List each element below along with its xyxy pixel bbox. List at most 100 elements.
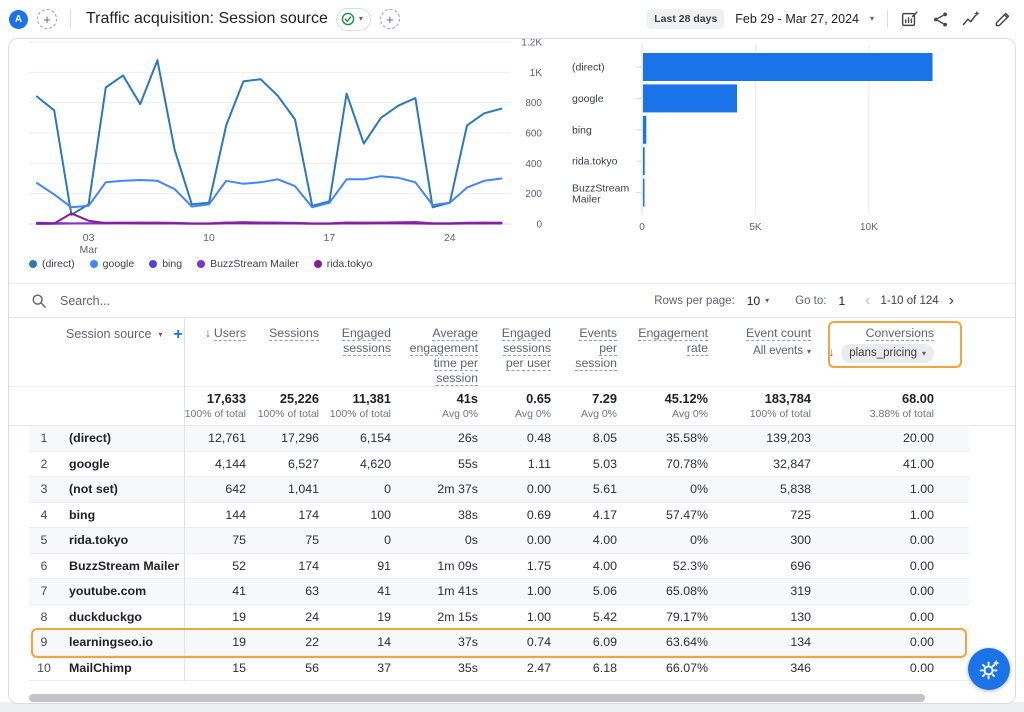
horizontal-scrollbar[interactable] xyxy=(29,694,997,702)
y-axis-tick: 200 xyxy=(525,189,542,200)
add-dimension-button[interactable]: + xyxy=(173,327,182,343)
metric-value-users: 52 xyxy=(184,554,246,580)
metric-value-avg-engagement-time: 26s xyxy=(391,426,478,452)
report-status-pill[interactable]: ▾ xyxy=(336,8,371,31)
avatar[interactable]: A xyxy=(9,10,28,29)
column-header-users[interactable]: ↓Users xyxy=(184,318,246,386)
row-filler xyxy=(934,656,969,682)
metric-value-avg-engagement-time: 2m 37s xyxy=(391,477,478,503)
table-row: 9learningseo.io19221437s0.746.0963.64%13… xyxy=(29,630,969,656)
event-selector[interactable]: All events▾ xyxy=(708,344,811,359)
session-source-value: (direct) xyxy=(59,426,184,452)
legend-dot-icon xyxy=(29,260,37,268)
search-input[interactable]: Search... xyxy=(31,293,110,309)
metric-value-events-per-session: 4.00 xyxy=(551,554,617,580)
column-header-engaged-sessions-per-user[interactable]: Engagedsessionsper user xyxy=(478,318,551,386)
goto-page-input[interactable]: 1 xyxy=(838,294,845,308)
row-filler xyxy=(934,605,969,631)
prev-page-button[interactable]: ‹ xyxy=(861,293,874,309)
dimension-header-session-source[interactable]: Session source ▾ + xyxy=(29,318,184,386)
y-axis-tick: 1K xyxy=(530,68,543,79)
header-label: Engaged xyxy=(502,326,551,341)
metric-value-conversions: 0.00 xyxy=(811,528,934,554)
scrollbar-thumb[interactable] xyxy=(29,694,925,702)
table-toolbar: Search... Rows per page: 10 ▾ Go to: 1 ‹… xyxy=(9,284,1015,318)
column-header-event-count[interactable]: Event countAll events▾ xyxy=(708,318,811,386)
y-axis-tick: 400 xyxy=(525,159,542,170)
date-preset-badge: Last 28 days xyxy=(647,9,724,29)
metric-value-event-count: 32,847 xyxy=(708,452,811,478)
share-icon[interactable] xyxy=(930,9,950,29)
column-header-engagement-rate[interactable]: Engagementrate xyxy=(617,318,708,386)
metric-value-engaged-sessions: 19 xyxy=(319,605,391,631)
totals-value: 45.12% xyxy=(617,391,708,406)
chevron-down-icon[interactable]: ▾ xyxy=(870,15,874,23)
dimension-header-label: Session source xyxy=(66,327,151,341)
totals-cell-engaged-sessions-per-user: 0.65Avg 0% xyxy=(478,387,551,420)
date-range[interactable]: Feb 29 - Mar 27, 2024 xyxy=(735,12,859,26)
next-page-button[interactable]: › xyxy=(945,293,958,309)
x-axis-tick: 0 xyxy=(639,222,645,233)
column-header-events-per-session[interactable]: Eventspersession xyxy=(551,318,617,386)
table-totals-row: 17,633100% of total25,226100% of total11… xyxy=(9,387,1015,426)
legend-dot-icon xyxy=(90,260,98,268)
column-header-engaged-sessions[interactable]: Engagedsessions xyxy=(319,318,391,386)
insights-fab[interactable] xyxy=(968,648,1010,690)
table-row: 3(not set)6421,04102m 37s0.005.610%5,838… xyxy=(29,477,969,503)
session-source-value: BuzzStream Mailer xyxy=(59,554,184,580)
add-comparison-button[interactable]: + xyxy=(37,9,57,29)
totals-empty-cell xyxy=(29,387,184,420)
metric-value-users: 15 xyxy=(184,656,246,682)
metric-value-events-per-session: 4.00 xyxy=(551,528,617,554)
edit-report-icon[interactable] xyxy=(992,9,1012,29)
charts-panel: 02004006008001K1.2K03Mar10172405K10K(dir… xyxy=(9,39,1015,284)
metric-value-users: 19 xyxy=(184,630,246,656)
session-source-value: duckduckgo xyxy=(59,605,184,631)
metric-value-events-per-session: 6.18 xyxy=(551,656,617,682)
edit-comparison-icon[interactable] xyxy=(899,9,919,29)
y-axis-tick: 800 xyxy=(525,98,542,109)
legend-dot-icon xyxy=(149,260,157,268)
column-header-conversions[interactable]: Conversions↓plans_pricing▾ xyxy=(811,318,934,386)
metric-value-sessions: 174 xyxy=(246,554,319,580)
pin-report-button[interactable]: + xyxy=(380,9,400,29)
metric-value-events-per-session: 5.61 xyxy=(551,477,617,503)
totals-cell-users: 17,633100% of total xyxy=(184,387,246,420)
sort-desc-icon: ↓ xyxy=(205,326,211,340)
selector-label: All events xyxy=(753,344,803,359)
bar-label: google xyxy=(572,93,604,105)
metric-value-event-count: 319 xyxy=(708,579,811,605)
totals-value: 25,226 xyxy=(246,391,319,406)
chevron-down-icon: ▾ xyxy=(922,350,926,358)
conversion-selector-row: ↓ plans_pricing▾ xyxy=(811,344,934,363)
totals-value: 0.65 xyxy=(478,391,551,406)
line-series-google xyxy=(37,176,501,207)
column-header-sessions[interactable]: Sessions xyxy=(246,318,319,386)
metric-value-engaged-sessions: 0 xyxy=(319,477,391,503)
metric-value-avg-engagement-time: 37s xyxy=(391,630,478,656)
metric-value-engagement-rate: 79.17% xyxy=(617,605,708,631)
y-axis-tick: 1.2K xyxy=(521,39,542,49)
metric-value-event-count: 5,838 xyxy=(708,477,811,503)
totals-sublabel: 3.88% of total xyxy=(811,408,934,420)
legend-label: BuzzStream Mailer xyxy=(210,258,299,270)
metric-value-engagement-rate: 0% xyxy=(617,477,708,503)
sort-desc-icon: ↓ xyxy=(828,346,834,361)
bar-rida.tokyo xyxy=(643,147,645,175)
legend-item: (direct) xyxy=(29,258,75,270)
chevron-down-icon[interactable]: ▾ xyxy=(765,297,769,305)
metric-value-event-count: 696 xyxy=(708,554,811,580)
table-row: 5rida.tokyo757500s0.004.000%3000.00 xyxy=(29,528,969,554)
column-header-avg-engagement-time[interactable]: Averageengagementtime persession xyxy=(391,318,478,386)
row-filler xyxy=(934,477,969,503)
search-icon xyxy=(31,293,47,309)
rows-per-page-select[interactable]: 10 xyxy=(747,294,760,308)
conversion-event-pill[interactable]: plans_pricing▾ xyxy=(841,344,934,363)
insights-icon[interactable] xyxy=(961,9,981,29)
pagination-range: 1-10 of 124 xyxy=(880,295,938,307)
metric-value-engaged-sessions: 0 xyxy=(319,528,391,554)
chevron-down-icon[interactable]: ▾ xyxy=(158,331,162,339)
session-source-value: (not set) xyxy=(59,477,184,503)
report-card: 02004006008001K1.2K03Mar10172405K10K(dir… xyxy=(8,38,1016,704)
metric-value-engagement-rate: 57.47% xyxy=(617,503,708,529)
